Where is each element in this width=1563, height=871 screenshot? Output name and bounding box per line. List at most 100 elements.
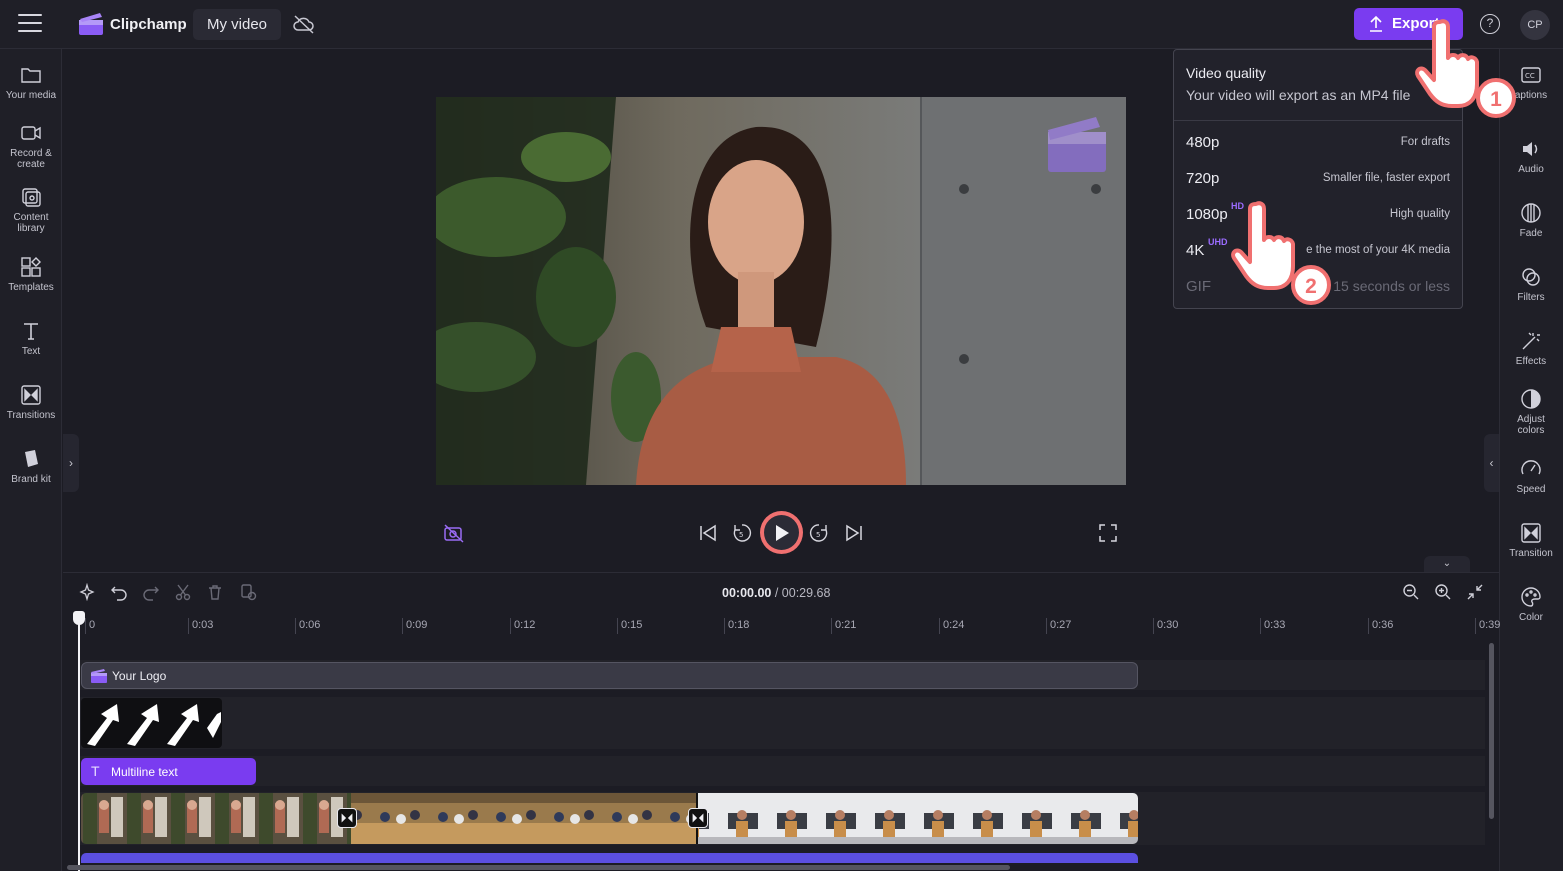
text-clip[interactable]: T Multiline text (81, 758, 256, 785)
logo-clip-label: Your Logo (112, 669, 167, 683)
magic-edit-icon[interactable] (78, 583, 96, 601)
total-time: / 00:29.68 (774, 586, 831, 600)
current-time: 00:00.00 (722, 586, 772, 600)
fullscreen-icon[interactable] (1097, 522, 1119, 544)
sidebar-item-filters[interactable]: Filters (1500, 265, 1562, 303)
sidebar-item-speed[interactable]: Speed (1500, 457, 1562, 495)
collapse-right-panel-button[interactable]: ‹ (1484, 434, 1499, 492)
rewind-5s-icon[interactable]: 5 (731, 522, 753, 544)
sidebar-item-templates[interactable]: Templates (0, 255, 62, 293)
skip-to-start-icon[interactable] (697, 522, 719, 544)
transition-marker-icon[interactable] (337, 808, 357, 828)
sidebar-item-label: Effects (1515, 356, 1547, 367)
brand-kit-icon (25, 450, 38, 467)
zoom-in-icon[interactable] (1434, 583, 1452, 601)
sidebar-item-effects[interactable]: Effects (1500, 329, 1562, 367)
library-icon (22, 188, 41, 207)
top-bar: Clipchamp My video Export ? CP (0, 0, 1563, 49)
redo-icon[interactable] (142, 583, 160, 601)
video-preview[interactable] (436, 97, 1126, 485)
dropdown-subtitle: Your video will export as an MP4 file (1186, 87, 1411, 103)
ruler-tick: 0:21 (831, 618, 856, 634)
undo-icon[interactable] (110, 583, 128, 601)
playhead-line[interactable] (78, 612, 80, 871)
skip-to-end-icon[interactable] (843, 522, 865, 544)
sidebar-item-label: Color (1519, 612, 1543, 623)
preview-image (436, 97, 1126, 485)
sidebar-item-text[interactable]: Text (0, 319, 62, 357)
expand-left-panel-button[interactable]: › (63, 434, 79, 492)
forward-5s-icon[interactable]: 5 (808, 522, 830, 544)
left-sidebar: Your media Record & create Content libra… (0, 49, 62, 871)
delete-icon[interactable] (206, 583, 224, 601)
ruler-tick: 0:18 (724, 618, 749, 634)
timeline-ruler[interactable]: 0 0:03 0:06 0:09 0:12 0:15 0:18 0:21 0:2… (80, 613, 1500, 637)
logo-clip-icon (91, 669, 107, 683)
ruler-tick: 0:39 (1475, 618, 1500, 634)
sidebar-item-label: Content library (13, 212, 49, 234)
quality-option-720p[interactable]: 720p Smaller file, faster export (1174, 160, 1462, 196)
collapse-preview-button[interactable]: ⌄ (1424, 556, 1470, 572)
ruler-tick: 0:36 (1368, 618, 1393, 634)
duplicate-icon[interactable] (239, 583, 257, 601)
sidebar-item-transitions[interactable]: Transitions (0, 383, 62, 421)
menu-icon[interactable] (18, 14, 42, 34)
cloud-sync-off-icon[interactable] (292, 13, 316, 35)
sidebar-item-audio[interactable]: Audio (1500, 137, 1562, 175)
vertical-scrollbar[interactable] (1489, 643, 1494, 819)
templates-icon (21, 257, 41, 277)
option-name: 4K (1186, 242, 1205, 259)
svg-text:5: 5 (739, 531, 743, 539)
sidebar-item-label: Audio (1518, 164, 1544, 175)
option-desc: s 15 seconds or less (1322, 278, 1450, 294)
play-button[interactable] (760, 511, 803, 554)
uhd-badge: UHD (1208, 237, 1228, 247)
fit-timeline-icon[interactable] (1466, 583, 1484, 601)
sidebar-item-fade[interactable]: Fade (1500, 201, 1562, 239)
zoom-out-icon[interactable] (1402, 583, 1420, 601)
option-desc: For drafts (1400, 136, 1450, 148)
sidebar-item-label: Record & create (10, 148, 52, 170)
project-name-field[interactable]: My video (193, 9, 282, 40)
app-name: Clipchamp (110, 16, 187, 33)
sidebar-item-brand-kit[interactable]: Brand kit (0, 447, 62, 485)
video-clip-track[interactable] (81, 793, 1138, 844)
audio-clip[interactable] (81, 853, 1138, 863)
svg-text:CC: CC (1525, 72, 1535, 80)
option-name: 1080p (1186, 206, 1228, 223)
sidebar-item-label: Filters (1517, 292, 1545, 303)
avatar[interactable]: CP (1520, 10, 1550, 40)
camera-icon (21, 126, 41, 140)
track-lane (80, 697, 1485, 749)
transition-icon (1521, 523, 1541, 543)
sidebar-item-adjust-colors[interactable]: Adjust colors (1500, 387, 1562, 436)
sidebar-item-label: Transitions (6, 410, 56, 421)
sidebar-item-color[interactable]: Color (1500, 585, 1562, 623)
scissors-icon[interactable] (174, 583, 192, 601)
video-thumbnails (81, 793, 1138, 844)
magic-camera-icon[interactable] (443, 522, 465, 544)
play-icon (775, 524, 789, 541)
sidebar-item-record-create[interactable]: Record & create (0, 121, 62, 170)
quality-option-480p[interactable]: 480p For drafts (1174, 124, 1462, 160)
sticker-clip[interactable] (81, 698, 222, 748)
option-name: GIF (1186, 278, 1211, 295)
ruler-tick: 0:24 (939, 618, 964, 634)
sidebar-item-label: Fade (1519, 228, 1543, 239)
sidebar-item-label: Your media (5, 90, 57, 101)
sidebar-item-content-library[interactable]: Content library (0, 185, 62, 234)
sidebar-item-your-media[interactable]: Your media (0, 63, 62, 101)
ruler-tick: 0:03 (188, 618, 213, 634)
playhead-handle[interactable] (73, 611, 85, 625)
sidebar-item-transition[interactable]: Transition (1500, 521, 1562, 559)
svg-text:5: 5 (816, 531, 820, 539)
upload-icon (1370, 15, 1382, 32)
ruler-tick: 0:27 (1046, 618, 1071, 634)
pointer-hand-step-2: 2 (1231, 201, 1331, 305)
dropdown-title: Video quality (1186, 65, 1266, 81)
option-name: 480p (1186, 134, 1220, 151)
logo-clip[interactable]: Your Logo (81, 662, 1138, 689)
transition-marker-icon[interactable] (688, 808, 708, 828)
horizontal-scrollbar[interactable] (67, 865, 1010, 870)
timecode: 00:00.00 / 00:29.68 (722, 586, 830, 600)
